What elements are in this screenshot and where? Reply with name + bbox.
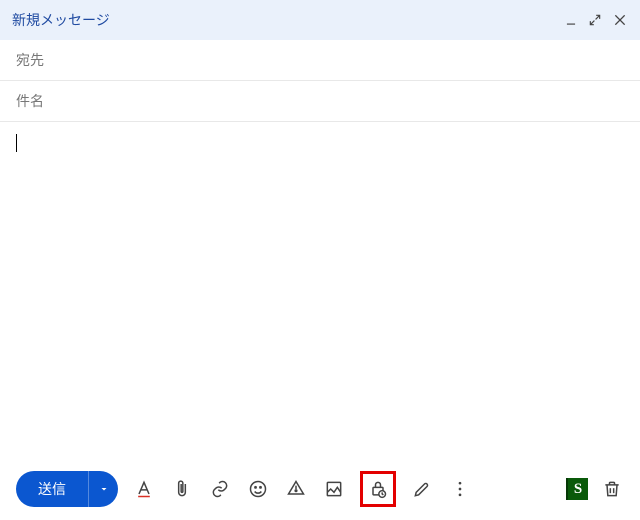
discard-icon[interactable]	[600, 477, 624, 501]
toolbar-right: S	[566, 477, 624, 501]
close-icon[interactable]	[612, 12, 628, 28]
send-button-group: 送信	[16, 471, 118, 507]
link-icon[interactable]	[208, 477, 232, 501]
compose-header: 新規メッセージ	[0, 0, 640, 40]
formatting-icon[interactable]	[132, 477, 156, 501]
compose-title: 新規メッセージ	[12, 10, 110, 30]
send-options-dropdown[interactable]	[88, 471, 118, 507]
toolbar-left: 送信	[16, 471, 472, 507]
signature-icon[interactable]	[410, 477, 434, 501]
text-cursor	[16, 134, 17, 152]
attachment-icon[interactable]	[170, 477, 194, 501]
subject-label: 件名	[16, 93, 44, 109]
more-options-icon[interactable]	[448, 477, 472, 501]
header-actions	[564, 12, 628, 28]
confidential-mode-icon[interactable]	[366, 477, 390, 501]
message-body[interactable]	[0, 122, 640, 482]
to-label: 宛先	[16, 52, 44, 68]
expand-icon[interactable]	[588, 13, 602, 27]
insert-photo-icon[interactable]	[322, 477, 346, 501]
extension-badge-icon[interactable]: S	[566, 478, 588, 500]
compose-toolbar: 送信	[0, 458, 640, 520]
to-field[interactable]: 宛先	[0, 40, 640, 81]
drive-icon[interactable]	[284, 477, 308, 501]
emoji-icon[interactable]	[246, 477, 270, 501]
confidential-highlight	[360, 471, 396, 507]
minimize-icon[interactable]	[564, 13, 578, 27]
subject-field[interactable]: 件名	[0, 81, 640, 122]
send-button[interactable]: 送信	[16, 471, 88, 507]
